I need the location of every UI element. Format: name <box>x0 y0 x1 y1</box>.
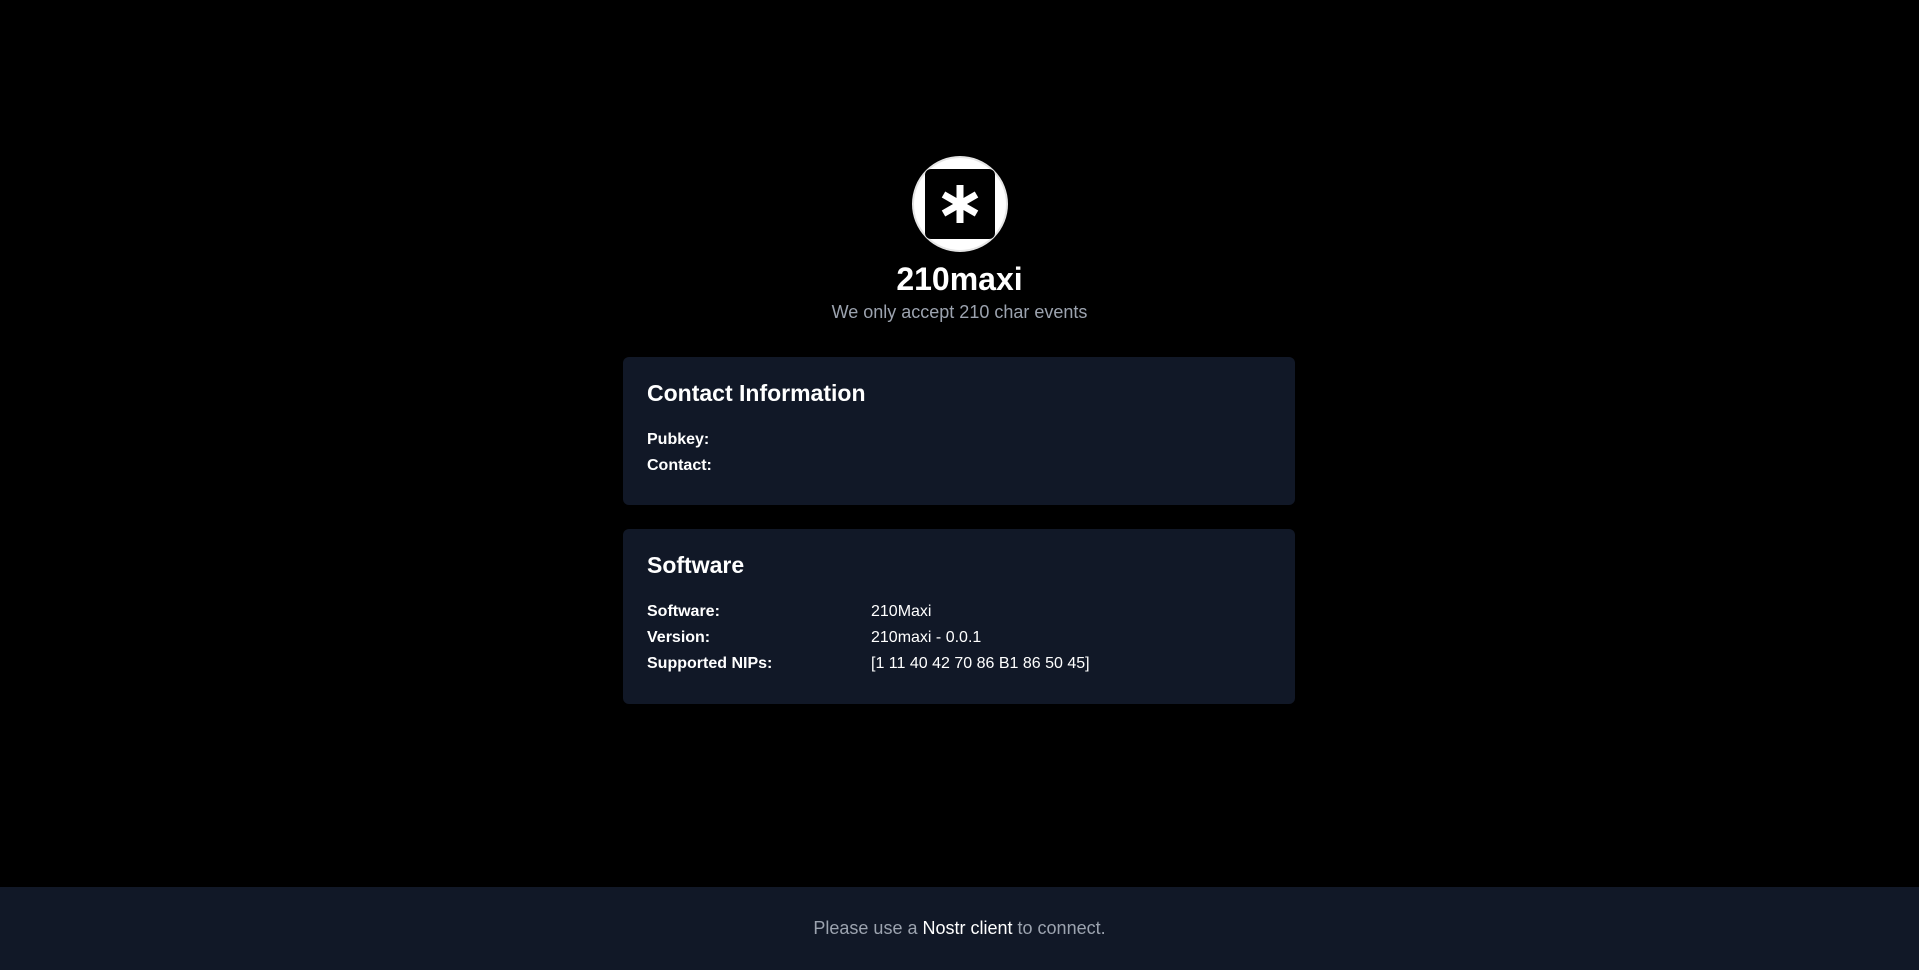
pubkey-label: Pubkey: <box>647 431 710 448</box>
footer-suffix: to connect. <box>1017 918 1106 938</box>
version-label: Version: <box>647 629 711 646</box>
avatar <box>911 156 1008 252</box>
version-value: 210maxi - 0.0.1 <box>871 629 982 646</box>
supported-nips-row: Supported NIPs: [1 11 40 42 70 86 B1 86 … <box>647 651 1271 677</box>
asterisk-icon <box>924 169 995 239</box>
software-label: Software: <box>647 603 720 620</box>
software-name-row: Software: 210Maxi <box>647 599 1271 625</box>
relay-info-page: 210maxi We only accept 210 char events C… <box>0 0 1919 970</box>
software-card: Software Software: 210Maxi Version: 210m… <box>623 529 1295 704</box>
version-row: Version: 210maxi - 0.0.1 <box>647 625 1271 651</box>
nostr-client-link[interactable]: Nostr client <box>922 918 1012 939</box>
relay-description: We only accept 210 char events <box>831 302 1088 322</box>
contact-row: Contact: <box>647 453 1271 479</box>
contact-information-card: Contact Information Pubkey: Contact: <box>623 357 1295 505</box>
footer-prefix: Please use a <box>813 918 918 938</box>
pubkey-row: Pubkey: <box>647 427 1271 453</box>
footer: Please use a Nostr client to connect. <box>0 887 1919 970</box>
relay-name: 210maxi <box>896 261 1023 297</box>
contact-label: Contact: <box>647 457 712 474</box>
software-heading: Software <box>647 552 745 578</box>
supported-nips-label: Supported NIPs: <box>647 655 773 672</box>
supported-nips-value: [1 11 40 42 70 86 B1 86 50 45] <box>871 655 1090 672</box>
contact-heading: Contact Information <box>647 380 866 406</box>
software-value: 210Maxi <box>871 603 932 620</box>
relay-header: 210maxi We only accept 210 char events <box>0 156 1919 324</box>
